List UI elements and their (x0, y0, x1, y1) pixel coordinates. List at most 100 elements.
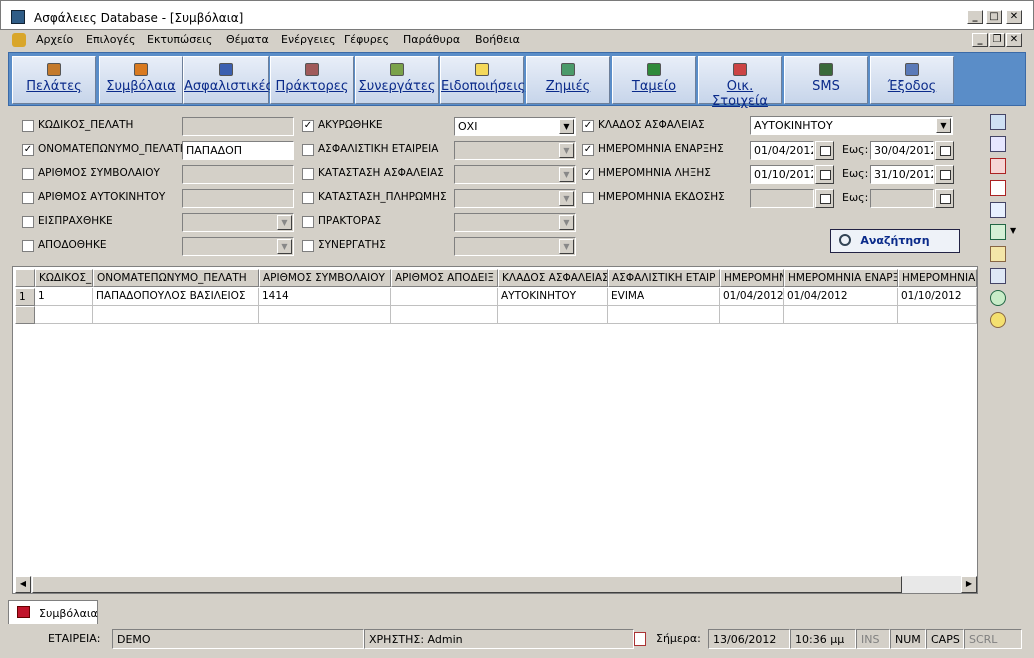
menu-bridges[interactable]: Γέφυρες (344, 33, 389, 46)
chevron-down-icon[interactable]: ▼ (559, 215, 574, 230)
chevron-down-icon[interactable]: ▼ (559, 119, 574, 134)
kodikos-input[interactable] (182, 117, 294, 136)
table-cell-empty[interactable] (35, 306, 93, 324)
maximize-icon[interactable]: □ (986, 10, 1002, 24)
table-cell-empty[interactable] (784, 306, 898, 324)
table-cell[interactable]: ΠΑΠΑΔΟΠΟΥΛΟΣ ΒΑΣΙΛΕΙΟΣ (93, 288, 259, 306)
calendar-icon[interactable] (815, 165, 834, 184)
partners-button[interactable]: Συνεργάτες (355, 56, 439, 104)
ekdosi-from-input[interactable] (750, 189, 814, 208)
calendar-icon[interactable] (935, 165, 954, 184)
agents-button[interactable]: Πράκτορες (270, 56, 354, 104)
table-cell-empty[interactable] (498, 306, 608, 324)
preview-icon[interactable] (990, 202, 1006, 218)
minimize-icon[interactable]: _ (967, 10, 983, 24)
table-cell-empty[interactable] (391, 306, 498, 324)
onomatep-input[interactable]: ΠΑΠΑΔΟΠ (182, 141, 294, 160)
klados-select[interactable]: ΑΥΤΟΚΙΝΗΤΟΥ ▼ (750, 116, 953, 135)
column-header[interactable]: ΗΜΕΡΟΜΗΝΙΑ Λ (898, 269, 977, 287)
menu-actions[interactable]: Ενέργειες (281, 33, 336, 46)
table-cell[interactable]: EVIMA (608, 288, 720, 306)
child-restore-icon[interactable]: ❐ (989, 33, 1005, 47)
ekdosi-checkbox[interactable] (582, 192, 594, 204)
refresh-icon[interactable] (990, 290, 1006, 306)
cashier-button[interactable]: Ταμείο (612, 56, 696, 104)
table-cell[interactable]: 01/04/2012 (720, 288, 784, 306)
lixi-to-input[interactable]: 31/10/2012 (870, 165, 934, 184)
chevron-down-icon[interactable]: ▼ (559, 167, 574, 182)
scroll-thumb[interactable] (32, 576, 902, 593)
row-header[interactable]: 1 (15, 288, 35, 306)
chevron-down-icon[interactable]: ▼ (277, 239, 292, 254)
column-header[interactable]: ΟΝΟΜΑΤΕΠΩΝΥΜΟ_ΠΕΛΑΤΗ (93, 269, 259, 287)
export-icon[interactable] (990, 246, 1006, 262)
calendar-icon[interactable] (815, 141, 834, 160)
arithmos-aftok-checkbox[interactable] (22, 192, 34, 204)
table-cell[interactable]: 01/04/2012 (784, 288, 898, 306)
close-icon[interactable]: ✕ (1006, 10, 1022, 24)
copy-icon[interactable] (990, 268, 1006, 284)
chevron-down-icon[interactable]: ▼ (559, 143, 574, 158)
apodothike-checkbox[interactable] (22, 240, 34, 252)
asf-etaireia-checkbox[interactable] (302, 144, 314, 156)
katastasi-asf-select[interactable]: ▼ (454, 165, 576, 184)
eispraxthike-select[interactable]: ▼ (182, 213, 294, 232)
table-cell-empty[interactable] (93, 306, 259, 324)
chevron-down-icon[interactable]: ▼ (936, 118, 951, 133)
table-cell-empty[interactable] (608, 306, 720, 324)
search-button[interactable]: Αναζήτηση (830, 229, 960, 253)
enarxi-from-input[interactable]: 01/04/2012 (750, 141, 814, 160)
notifications-button[interactable]: Ειδοποιήσεις (440, 56, 525, 104)
enarxi-checkbox[interactable]: ✓ (582, 144, 594, 156)
open-icon[interactable] (990, 114, 1006, 130)
delete-icon[interactable] (990, 158, 1006, 174)
menu-prints[interactable]: Εκτυπώσεις (147, 33, 212, 46)
calendar-icon[interactable] (815, 189, 834, 208)
excel-icon[interactable] (990, 224, 1006, 240)
horizontal-scrollbar[interactable]: ◀ ▶ (15, 576, 977, 593)
insurers-button[interactable]: Ασφαλιστικές (183, 56, 273, 104)
menu-topics[interactable]: Θέματα (226, 33, 269, 46)
menu-help[interactable]: Βοήθεια (475, 33, 520, 46)
customers-button[interactable]: Πελάτες (12, 56, 96, 104)
tab-contracts[interactable]: Συμβόλαια (8, 600, 98, 624)
table-cell-empty[interactable] (898, 306, 977, 324)
akyrothike-checkbox[interactable]: ✓ (302, 120, 314, 132)
ekdosi-to-input[interactable] (870, 189, 934, 208)
akyrothike-select[interactable]: ΟΧΙ ▼ (454, 117, 576, 136)
undo-icon[interactable] (990, 312, 1006, 328)
new-icon[interactable] (990, 180, 1006, 196)
praktoras-checkbox[interactable] (302, 216, 314, 228)
column-header[interactable]: ΑΡΙΘΜΟΣ ΑΠΟΔΕΙΞ (391, 269, 498, 287)
sms-button[interactable]: SMS (784, 56, 868, 104)
katastasi-asf-checkbox[interactable] (302, 168, 314, 180)
calendar-icon[interactable] (935, 141, 954, 160)
column-header[interactable]: ΗΜΕΡΟΜΗΝΙΑ ΕΝΑΡΞ (784, 269, 898, 287)
onomatep-checkbox[interactable]: ✓ (22, 144, 34, 156)
row-header-new[interactable] (15, 306, 35, 324)
table-cell[interactable]: 1 (35, 288, 93, 306)
claims-button[interactable]: Ζημιές (526, 56, 610, 104)
edit-icon[interactable] (990, 136, 1006, 152)
kodikos-checkbox[interactable] (22, 120, 34, 132)
contracts-button[interactable]: Συμβόλαια (99, 56, 183, 104)
menu-file[interactable]: Αρχείο (36, 33, 73, 46)
menu-options[interactable]: Επιλογές (86, 33, 135, 46)
asf-etaireia-select[interactable]: ▼ (454, 141, 576, 160)
table-cell-empty[interactable] (259, 306, 391, 324)
katastasi-plir-select[interactable]: ▼ (454, 189, 576, 208)
arithmos-aftok-input[interactable] (182, 189, 294, 208)
table-cell[interactable]: ΑΥΤΟΚΙΝΗΤΟΥ (498, 288, 608, 306)
child-close-icon[interactable]: ✕ (1006, 33, 1022, 47)
synergatis-checkbox[interactable] (302, 240, 314, 252)
lixi-from-input[interactable]: 01/10/2012 (750, 165, 814, 184)
exit-button[interactable]: Έξοδος (870, 56, 954, 104)
scroll-right-icon[interactable]: ▶ (961, 576, 977, 593)
lixi-checkbox[interactable]: ✓ (582, 168, 594, 180)
column-header[interactable]: ΑΡΙΘΜΟΣ ΣΥΜΒΟΛΑΙΟΥ (259, 269, 391, 287)
table-cell[interactable]: 1414 (259, 288, 391, 306)
calendar-icon[interactable] (935, 189, 954, 208)
child-minimize-icon[interactable]: _ (972, 33, 988, 47)
column-header[interactable]: ΗΜΕΡΟΜΗΝ (720, 269, 784, 287)
chevron-down-icon[interactable]: ▼ (277, 215, 292, 230)
